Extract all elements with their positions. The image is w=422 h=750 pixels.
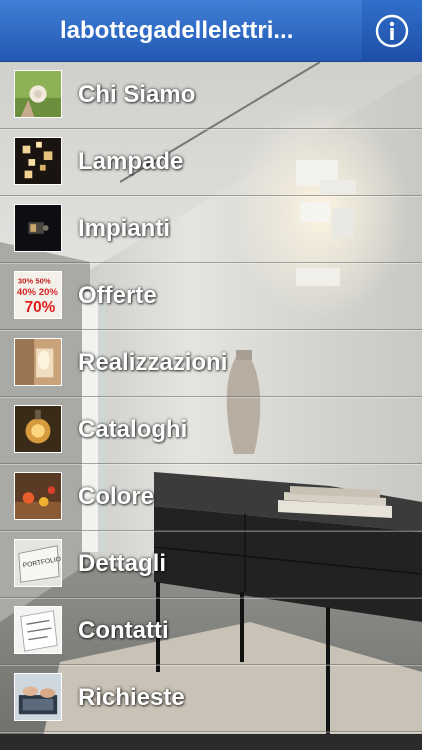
info-button[interactable] [362,0,422,62]
impianti-thumbnail [14,204,62,252]
menu-item-lampade[interactable]: Lampade [0,129,422,196]
menu-item-label: Realizzazioni [78,349,228,376]
contatti-thumbnail [14,606,62,654]
menu-item-label: Offerte [78,282,157,309]
colore-thumbnail [14,472,62,520]
menu-item-label: Richieste [78,684,185,711]
menu-item-label: Cataloghi [78,416,188,443]
richieste-thumbnail [14,673,62,721]
dettagli-thumbnail: PORTFOLIO [14,539,62,587]
lampade-thumbnail [14,137,62,185]
menu-item-dettagli[interactable]: PORTFOLIO Dettagli [0,531,422,598]
info-circle-icon [375,14,409,48]
menu-item-cataloghi[interactable]: Cataloghi [0,397,422,464]
menu-item-label: Lampade [78,148,184,175]
menu-item-richieste[interactable]: Richieste [0,665,422,732]
menu-item-label: Chi Siamo [78,81,196,108]
menu-item-label: Dettagli [78,550,167,577]
menu-list: Chi Siamo Lampade Impianti 30% 50% 40% 2… [0,62,422,734]
svg-text:70%: 70% [25,299,56,316]
menu-item-offerte[interactable]: 30% 50% 40% 20% 70% Offerte [0,263,422,330]
offerte-thumbnail: 30% 50% 40% 20% 70% [14,271,62,319]
menu-item-chi-siamo[interactable]: Chi Siamo [0,62,422,129]
realizzazioni-thumbnail [14,338,62,386]
menu-item-label: Contatti [78,617,169,644]
bottom-bar [0,734,422,750]
app-title: labottegadellelettri... [60,17,294,44]
menu-item-colore[interactable]: Colore [0,464,422,531]
menu-item-label: Colore [78,483,155,510]
menu-item-contatti[interactable]: Contatti [0,598,422,665]
chi-siamo-thumbnail [14,70,62,118]
svg-text:40% 20%: 40% 20% [17,287,58,298]
menu-item-realizzazioni[interactable]: Realizzazioni [0,330,422,397]
menu-item-label: Impianti [78,215,171,242]
svg-text:30% 50%: 30% 50% [18,277,51,286]
app-header: labottegadellelettri... [0,0,422,62]
cataloghi-thumbnail [14,405,62,453]
menu-item-impianti[interactable]: Impianti [0,196,422,263]
